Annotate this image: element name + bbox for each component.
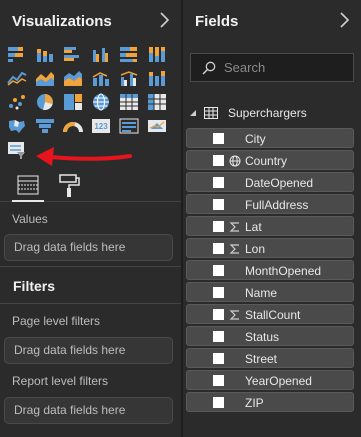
fields-header: Fields [183,0,361,42]
field-label: FullAddress [245,198,309,212]
field-item[interactable]: FullAddress [186,194,354,214]
globe-icon [229,154,241,167]
sigma-icon [229,220,241,232]
line-column-combo-icon[interactable] [91,69,111,87]
field-item[interactable]: Status [186,326,354,346]
expand-triangle-icon[interactable] [188,108,198,118]
field-item[interactable]: Lat [186,216,354,236]
field-label: DateOpened [245,176,314,190]
field-label: Street [245,352,278,366]
pie-chart-icon[interactable] [35,93,55,111]
field-label: Status [245,330,280,344]
page-filters-label: Page level filters [12,314,101,328]
values-dropzone[interactable]: Drag data fields here [4,234,173,261]
fields-title: Fields [195,12,239,30]
table-icon [204,107,218,119]
treemap-icon[interactable] [63,93,83,111]
multi-row-card-icon[interactable] [119,117,139,135]
slicer-icon[interactable] [7,141,27,159]
stacked-column-icon[interactable] [35,45,55,63]
ribbon-chart-icon[interactable] [147,69,167,87]
field-item[interactable]: Street [186,348,354,368]
field-checkbox[interactable] [213,353,224,364]
field-label: Country [245,154,288,168]
funnel-icon[interactable] [35,117,55,135]
field-label: MonthOpened [245,264,322,278]
field-item[interactable]: Name [186,282,354,302]
fields-pane: Fields Superchargers City Country DateOpen… [183,0,361,437]
field-checkbox[interactable] [213,375,224,386]
line-chart-icon[interactable] [7,69,27,87]
100-column-icon[interactable] [147,45,167,63]
area-chart-icon[interactable] [35,69,55,87]
search-input[interactable] [224,60,344,75]
collapse-chevron-icon[interactable] [337,11,351,29]
field-label: City [245,132,266,146]
stacked-bar-icon[interactable] [7,45,27,63]
field-checkbox[interactable] [213,177,224,188]
field-item[interactable]: MonthOpened [186,260,354,280]
globe-map-icon[interactable] [91,93,111,111]
field-label: YearOpened [245,374,312,388]
kpi-icon[interactable] [147,117,167,135]
field-checkbox[interactable] [213,199,224,210]
stacked-area-icon[interactable] [63,69,83,87]
field-checkbox[interactable] [213,287,224,298]
viz-tabs [0,168,181,202]
field-checkbox[interactable] [213,221,224,232]
visual-type-gallery: 123 [7,45,179,159]
visualizations-title: Visualizations [12,12,112,30]
line-clustered-combo-icon[interactable] [119,69,139,87]
field-label: Lat [245,220,262,234]
visualizations-header: Visualizations [0,0,181,42]
field-checkbox[interactable] [213,331,224,342]
filled-map-icon[interactable] [7,117,27,135]
field-label: Name [245,286,278,300]
sigma-icon [229,308,241,320]
paint-roller-icon [59,174,80,197]
field-item[interactable]: Lon [186,238,354,258]
field-item[interactable]: YearOpened [186,370,354,390]
tab-format-paint-roller[interactable] [56,172,84,200]
values-label: Values [12,212,48,226]
field-item[interactable]: DateOpened [186,172,354,192]
field-checkbox[interactable] [213,397,224,408]
card-icon[interactable]: 123 [91,117,111,135]
field-item[interactable]: ZIP [186,392,354,412]
field-item[interactable]: City [186,128,354,148]
report-filters-label: Report level filters [12,374,109,388]
filters-header: Filters [0,266,181,304]
field-item[interactable]: StallCount [186,304,354,324]
field-checkbox[interactable] [213,133,224,144]
matrix-icon[interactable] [147,93,167,111]
scatter-chart-icon[interactable] [7,93,27,111]
100-bar-icon[interactable] [119,45,139,63]
table-superchargers[interactable]: Superchargers [188,103,360,123]
field-checkbox[interactable] [213,155,224,166]
tab-fields-well[interactable] [12,172,44,202]
field-label: StallCount [245,308,301,322]
sigma-icon [229,242,241,254]
field-label: ZIP [245,396,264,410]
page-filters-dropzone[interactable]: Drag data fields here [4,337,173,364]
field-checkbox[interactable] [213,243,224,254]
field-list: City Country DateOpened FullAddress Lat Lon Mo… [186,128,354,414]
collapse-chevron-icon[interactable] [157,11,171,29]
field-checkbox[interactable] [213,309,224,320]
report-filters-dropzone[interactable]: Drag data fields here [4,397,173,424]
field-label: Lon [245,242,266,256]
clustered-bar-icon[interactable] [63,45,83,63]
field-item[interactable]: Country [186,150,354,170]
svg-text:123: 123 [94,122,108,131]
search-box[interactable] [190,53,354,82]
fields-well-icon [17,175,39,195]
clustered-column-icon[interactable] [91,45,111,63]
search-icon [202,61,216,75]
field-checkbox[interactable] [213,265,224,276]
gauge-icon[interactable] [63,117,83,135]
table-name: Superchargers [228,106,307,120]
table-icon[interactable] [119,93,139,111]
visualizations-pane: Visualizations 123 Values Drag data fiel… [0,0,181,437]
